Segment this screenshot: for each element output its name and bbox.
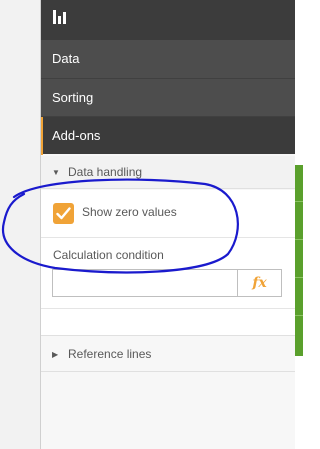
panel-toolbar [41, 0, 295, 40]
nav-item-add-ons[interactable]: Add-ons [41, 116, 295, 155]
divider [41, 237, 295, 238]
section-title: Data handling [68, 165, 143, 179]
section-title: Reference lines [68, 347, 152, 361]
section-body-data-handling: Show zero values Calculation condition f… [41, 190, 295, 336]
nav-item-label: Data [52, 51, 80, 66]
divider [41, 308, 295, 309]
fx-icon: fx [252, 275, 267, 291]
nav-item-data[interactable]: Data [41, 40, 295, 78]
nav-item-label: Sorting [52, 90, 94, 105]
calculation-condition-input[interactable] [52, 269, 238, 297]
properties-panel: Data Sorting Add-ons ▼ Data handling Sho… [41, 0, 295, 449]
section-header-data-handling[interactable]: ▼ Data handling [41, 156, 295, 189]
section-header-reference-lines[interactable]: ▶ Reference lines [41, 337, 295, 372]
expression-editor-button[interactable]: fx [237, 269, 282, 297]
chart-edge-green [295, 165, 303, 356]
show-zero-values-checkbox[interactable] [53, 203, 74, 224]
bar-chart-icon[interactable] [53, 10, 67, 24]
nav-item-sorting[interactable]: Sorting [41, 78, 295, 116]
checkmark-icon [56, 207, 71, 220]
nav-item-label: Add-ons [52, 128, 101, 143]
left-gutter [0, 0, 41, 449]
caret-down-icon: ▼ [52, 168, 60, 177]
calculation-condition-label: Calculation condition [53, 248, 164, 262]
show-zero-values-label[interactable]: Show zero values [82, 205, 177, 219]
caret-right-icon: ▶ [52, 350, 59, 359]
